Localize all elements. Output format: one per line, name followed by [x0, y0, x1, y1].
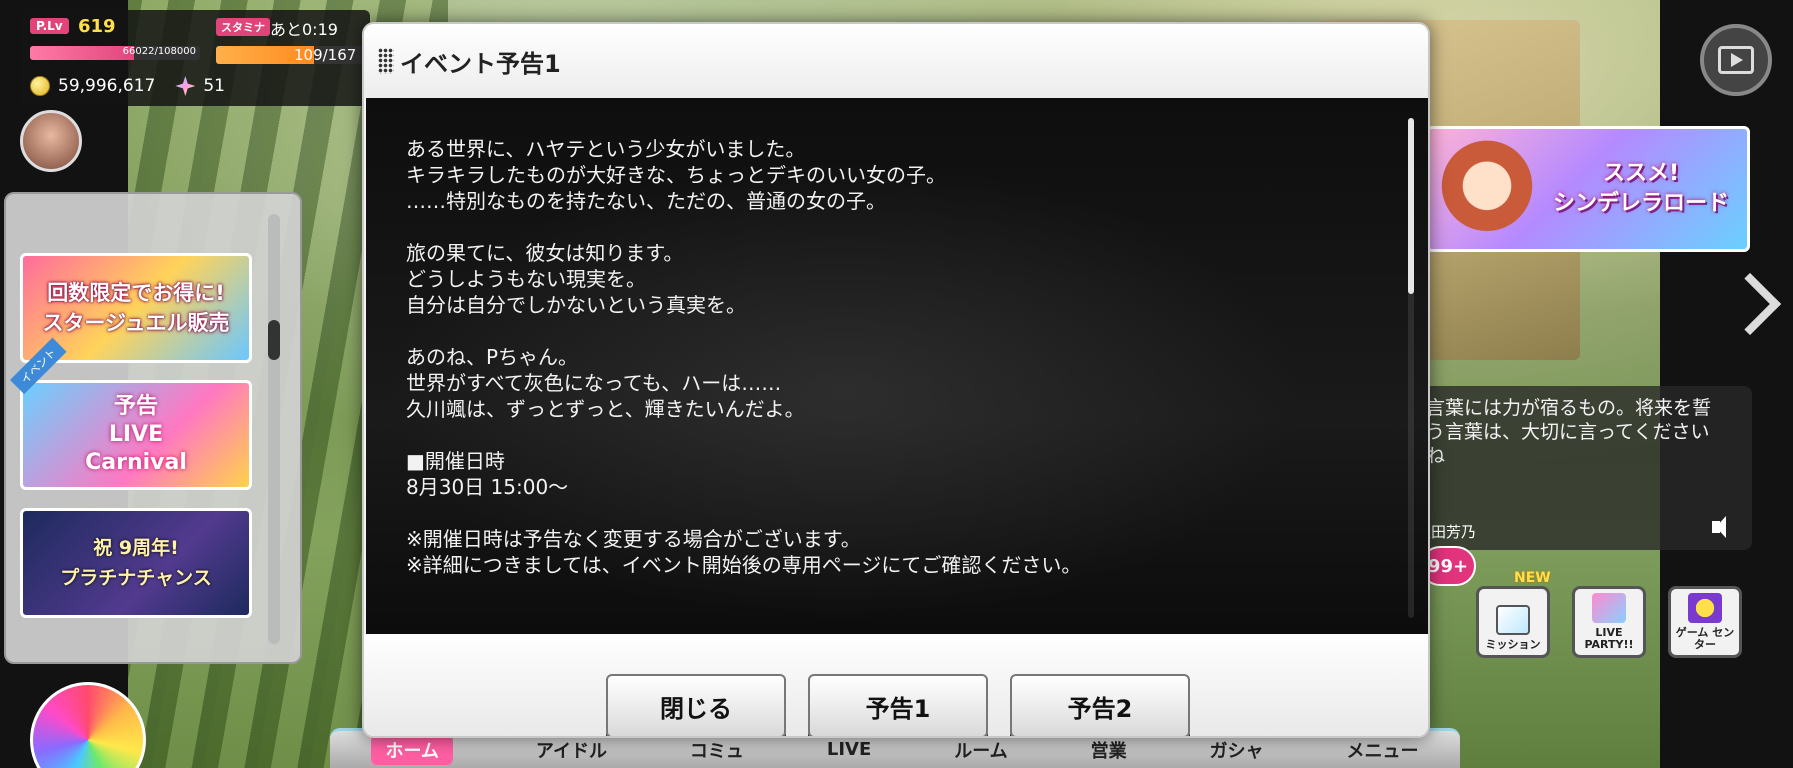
- avatar[interactable]: [20, 110, 82, 172]
- money-value: 59,996,617: [58, 76, 156, 96]
- nav-menu[interactable]: メニュー: [1346, 737, 1418, 763]
- speaker-sound-icon[interactable]: [1712, 514, 1738, 540]
- player-status-panel: P.Lv 619 66022/108000 スタミナ あと0:19 109/16…: [20, 10, 370, 106]
- jewel-value: 51: [203, 76, 225, 96]
- nav-idol[interactable]: アイドル: [536, 737, 607, 763]
- idol-portrait: [1439, 139, 1535, 243]
- exp-bar-fill: [30, 46, 134, 60]
- video-button[interactable]: [1700, 24, 1772, 96]
- nav-live[interactable]: LIVE: [827, 739, 871, 760]
- star-jewel-icon: [175, 76, 196, 96]
- game-center-button[interactable]: ゲーム センター: [1668, 586, 1742, 658]
- close-button[interactable]: 閉じる: [606, 674, 786, 736]
- nav-home[interactable]: ホーム: [371, 734, 453, 765]
- banner-jewel-sale-text: 回数限定でお得に! スタージュエル販売: [42, 281, 230, 335]
- dialog-scrollbar[interactable]: [1408, 118, 1414, 618]
- grip-icon: [378, 48, 394, 74]
- plv-value: 619: [78, 16, 116, 37]
- nav-room[interactable]: ルーム: [954, 737, 1007, 763]
- banner-scrollbar-thumb[interactable]: [268, 320, 280, 360]
- game-center-icon: [1688, 593, 1722, 623]
- event-notice-dialog: イベント予告1 ある世界に、ハヤテという少女がいました。 キラキラしたものが大好…: [362, 22, 1430, 738]
- idol-speech-box[interactable]: 言葉には力が宿るもの。将来を誓う言葉は、大切に言ってくださいね 依田芳乃: [1412, 386, 1752, 550]
- speech-text: 言葉には力が宿るもの。将来を誓う言葉は、大切に言ってくださいね: [1426, 397, 1712, 467]
- mission-button[interactable]: ミッション: [1476, 586, 1550, 658]
- cinderella-road-banner[interactable]: ススメ! シンデレラロード: [1426, 126, 1750, 252]
- nav-gacha[interactable]: ガシャ: [1210, 737, 1264, 763]
- banner-platinum-chance-text: 祝 9周年! プラチナチャンス: [60, 537, 212, 589]
- banner-live-carnival[interactable]: 予告 LIVE Carnival: [20, 380, 252, 490]
- notice-2-button[interactable]: 予告2: [1010, 674, 1190, 736]
- nav-work[interactable]: 営業: [1091, 737, 1127, 763]
- play-video-icon: [1718, 46, 1754, 74]
- stamina-text: 109/167: [294, 46, 357, 64]
- chevron-right-icon[interactable]: [1722, 270, 1766, 350]
- live-party-button[interactable]: LIVE PARTY!!: [1572, 586, 1646, 658]
- dialog-title: イベント予告1: [400, 49, 561, 78]
- dialog-header: イベント予告1: [364, 24, 1428, 98]
- mission-label: ミッション: [1485, 638, 1541, 651]
- mission-icon: [1496, 605, 1530, 635]
- stamina-label: スタミナ: [216, 18, 270, 36]
- currency-row: 59,996,617 51: [30, 76, 225, 96]
- exp-text: 66022/108000: [122, 46, 196, 57]
- banner-scrollbar[interactable]: [268, 214, 280, 644]
- event-description: ある世界に、ハヤテという少女がいました。 キラキラしたものが大好きな、ちょっとデ…: [406, 137, 1082, 577]
- banner-platinum-chance[interactable]: 祝 9周年! プラチナチャンス: [20, 508, 252, 618]
- banner-live-carnival-text: 予告 LIVE Carnival: [85, 394, 187, 475]
- live-party-icon: [1592, 593, 1626, 623]
- game-center-label: ゲーム センター: [1675, 626, 1735, 651]
- coin-icon: [30, 76, 50, 96]
- notice-1-button[interactable]: 予告1: [808, 674, 988, 736]
- exp-bar: 66022/108000: [30, 46, 200, 60]
- nav-commu[interactable]: コミュ: [690, 737, 744, 763]
- plv-label: P.Lv: [30, 18, 69, 34]
- dialog-scrollbar-thumb[interactable]: [1408, 118, 1414, 294]
- live-party-label: LIVE PARTY!!: [1584, 626, 1634, 651]
- new-tag: NEW: [1514, 570, 1551, 586]
- dialog-footer: 閉じる 予告1 予告2: [364, 634, 1428, 736]
- dialog-body[interactable]: ある世界に、ハヤテという少女がいました。 キラキラしたものが大好きな、ちょっとデ…: [366, 98, 1428, 634]
- stamina-timer: あと0:19: [270, 20, 338, 39]
- cinderella-road-text: ススメ! シンデレラロード: [1552, 161, 1729, 216]
